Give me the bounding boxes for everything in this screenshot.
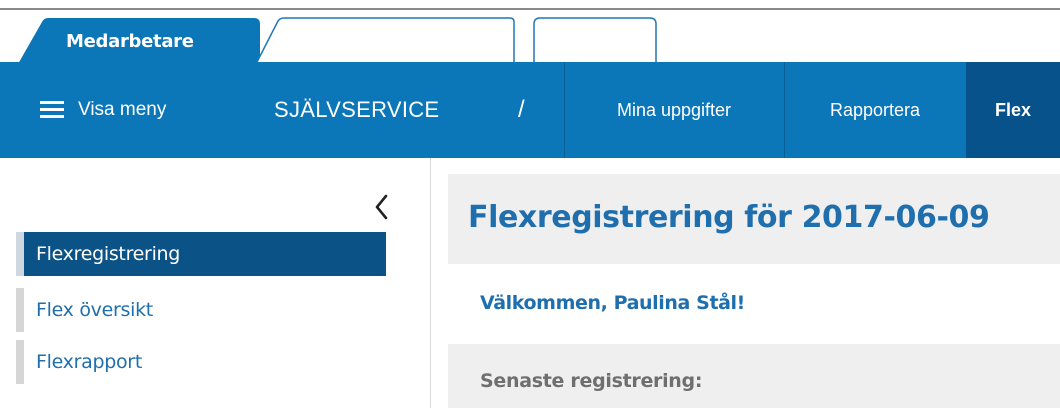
tab-shape [533, 17, 657, 64]
nav-link-rapportera[interactable]: Rapportera [784, 62, 966, 158]
tab-shape [255, 17, 515, 65]
page-title: Flexregistrering för 2017-06-09 [468, 200, 990, 235]
nav-link-mina-uppgifter[interactable]: Mina uppgifter [564, 62, 784, 158]
item-indicator [16, 340, 24, 384]
sidebar-item-flex-oversikt[interactable]: Flex översikt [16, 288, 386, 332]
item-indicator [16, 288, 24, 332]
tab-medarbetare[interactable]: Medarbetare [18, 18, 260, 64]
sidebar-item-label: Flexrapport [36, 351, 142, 373]
sidebar-item-label: Flex översikt [36, 299, 153, 321]
sidebar: Flexregistrering Flex översikt Flexrappo… [0, 158, 430, 408]
sidebar-item-label: Flexregistrering [36, 243, 181, 265]
chevron-left-icon[interactable] [370, 192, 394, 222]
app-tabs: Medarbetare [0, 10, 1060, 65]
tab-blank[interactable] [533, 17, 657, 64]
latest-registration-label: Senaste registrering: [480, 370, 703, 392]
nav-link-flex[interactable]: Flex [966, 62, 1060, 158]
tab-label: Medarbetare [66, 31, 194, 52]
breadcrumb-separator: / [518, 96, 525, 123]
page-header: Flexregistrering för 2017-06-09 [448, 174, 1060, 264]
latest-registration-panel: Senaste registrering: [448, 344, 1060, 408]
main-navbar: Visa meny SJÄLVSERVICE / Mina uppgifter … [0, 62, 1060, 158]
breadcrumb-root[interactable]: SJÄLVSERVICE [274, 62, 439, 158]
sidebar-item-flexrapport[interactable]: Flexrapport [16, 340, 386, 384]
hamburger-icon [40, 101, 64, 119]
item-indicator [16, 232, 24, 276]
show-menu-button[interactable]: Visa meny [40, 62, 166, 158]
sidebar-divider [430, 158, 431, 408]
tab-blank[interactable] [255, 17, 515, 65]
sidebar-item-flexregistrering[interactable]: Flexregistrering [16, 232, 386, 276]
show-menu-label: Visa meny [78, 99, 167, 120]
welcome-message: Välkommen, Paulina Stål! [480, 292, 745, 314]
